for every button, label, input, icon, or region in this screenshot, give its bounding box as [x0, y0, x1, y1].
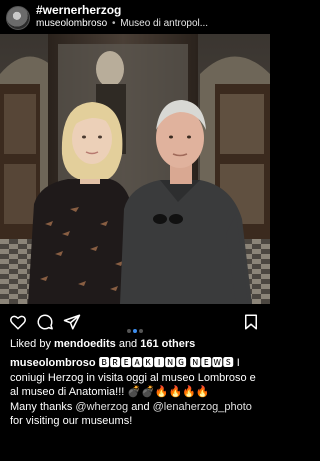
thanks-suffix: for visiting our museums! — [10, 415, 133, 427]
caption-username[interactable]: museolombroso — [10, 357, 96, 369]
location-link[interactable]: Museo di antropol... — [120, 18, 208, 29]
send-icon[interactable] — [63, 313, 81, 331]
account-name[interactable]: museolombroso — [36, 18, 107, 29]
carousel-dot-active — [133, 329, 137, 333]
separator-dot: • — [111, 18, 116, 29]
liked-by-user[interactable]: mendoedits — [54, 338, 116, 350]
bookmark-icon[interactable] — [242, 313, 260, 331]
carousel-dot — [127, 329, 131, 333]
breaking-news-text: 🅱🆁🅴🅰🅺🅸🅽🅶 🅽🅴🆆🆂 — [98, 357, 234, 369]
post-header: #wernerherzog museolombroso • Museo di a… — [0, 0, 270, 34]
mention-lenaherzog[interactable]: @lenaherzog_photo — [153, 401, 252, 413]
photo-illustration — [0, 34, 270, 304]
carousel-dot — [139, 329, 143, 333]
hashtag-title[interactable]: #wernerherzog — [36, 3, 121, 17]
carousel-indicator — [126, 320, 144, 338]
likes-others-count[interactable]: 161 others — [140, 338, 195, 350]
post-caption: museolombroso 🅱🆁🅴🅰🅺🅸🅽🅶 🅽🅴🆆🆂 I coniugi He… — [10, 356, 262, 429]
caption-paragraph: museolombroso 🅱🆁🅴🅰🅺🅸🅽🅶 🅽🅴🆆🆂 I coniugi He… — [10, 356, 262, 400]
thanks-prefix: Many thanks — [10, 400, 76, 413]
caption-thanks: Many thanks @wherzog and @lenaherzog_pho… — [10, 400, 262, 429]
likes-middle: and — [115, 338, 141, 350]
thanks-and: and — [128, 400, 153, 413]
heart-icon[interactable] — [9, 313, 27, 331]
likes-summary: Liked by mendoedits and 161 others — [10, 338, 195, 350]
post-subline: museolombroso • Museo di antropol... — [36, 18, 264, 29]
mention-wherzog[interactable]: @wherzog — [75, 401, 128, 413]
comment-icon[interactable] — [36, 313, 54, 331]
action-bar — [0, 308, 270, 334]
account-avatar[interactable] — [6, 6, 30, 30]
likes-prefix: Liked by — [10, 338, 55, 350]
post-photo[interactable] — [0, 34, 270, 304]
